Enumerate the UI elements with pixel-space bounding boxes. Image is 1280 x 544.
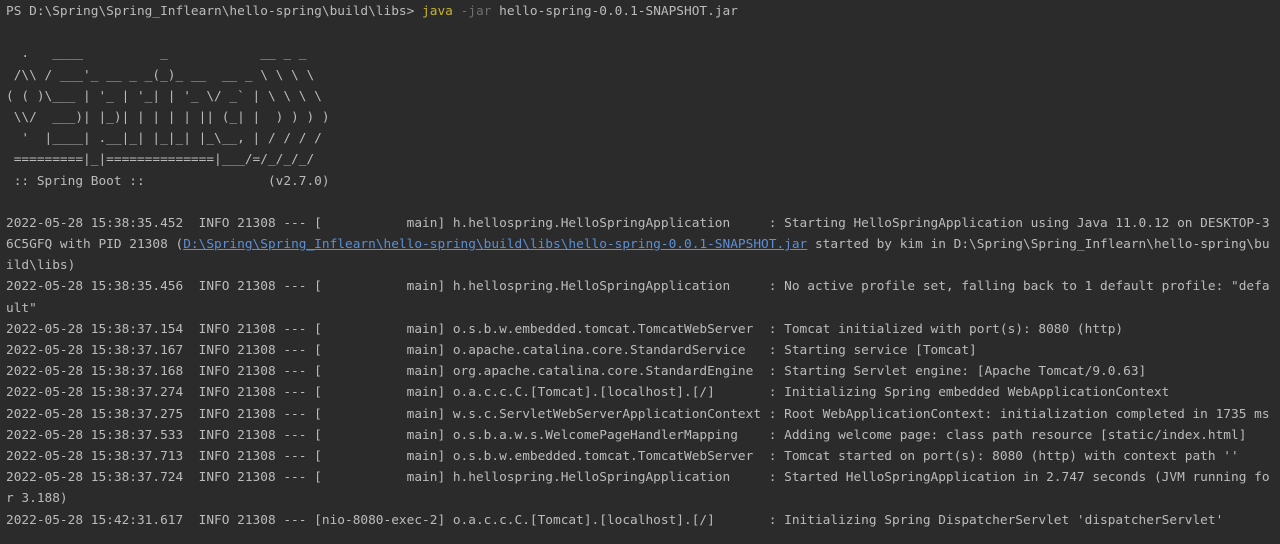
banner-line: . ____ _ __ _ _ bbox=[6, 46, 307, 62]
shell-prompt: PS D:\Spring\Spring_Inflearn\hello-sprin… bbox=[6, 4, 423, 19]
spring-boot-version-line: :: Spring Boot :: (v2.7.0) bbox=[6, 173, 330, 189]
command-args: hello-spring-0.0.1-SNAPSHOT.jar bbox=[491, 4, 738, 19]
log-text: started by kim in D:\Spring\Spring_Infle… bbox=[807, 237, 1270, 253]
log-line: ult" bbox=[6, 300, 37, 316]
banner-line: \\/ ___)| |_)| | | | | || (_| | ) ) ) ) bbox=[6, 109, 330, 125]
jar-flag: -jar bbox=[452, 4, 492, 19]
log-line: 2022-05-28 15:38:37.274 INFO 21308 --- [… bbox=[6, 385, 1170, 401]
banner-line: ' |____| .__|_| |_|_| |_\__, | / / / / bbox=[6, 131, 322, 147]
log-line: 2022-05-28 15:38:37.713 INFO 21308 --- [… bbox=[6, 448, 1239, 464]
java-command: java bbox=[422, 4, 453, 19]
log-line: ild\libs) bbox=[6, 258, 76, 274]
banner-line: /\\ / ___'_ __ _ _(_)_ __ __ _ \ \ \ \ bbox=[6, 67, 315, 83]
banner-line: ( ( )\___ | '_ | '_| | '_ \/ _` | \ \ \ … bbox=[6, 88, 322, 104]
log-line: 2022-05-28 15:38:35.452 INFO 21308 --- [… bbox=[6, 215, 1270, 231]
terminal-output[interactable]: PS D:\Spring\Spring_Inflearn\hello-sprin… bbox=[0, 0, 1280, 544]
log-line: 2022-05-28 15:38:35.456 INFO 21308 --- [… bbox=[6, 279, 1270, 295]
log-line: 2022-05-28 15:38:37.275 INFO 21308 --- [… bbox=[6, 406, 1270, 422]
log-line: 6C5GFQ with PID 21308 (D:\Spring\Spring_… bbox=[6, 234, 1280, 255]
command-line: PS D:\Spring\Spring_Inflearn\hello-sprin… bbox=[6, 1, 1280, 22]
log-line: 2022-05-28 15:38:37.724 INFO 21308 --- [… bbox=[6, 470, 1270, 486]
log-line: 2022-05-28 15:38:37.167 INFO 21308 --- [… bbox=[6, 343, 977, 358]
log-line: 2022-05-28 15:38:37.168 INFO 21308 --- [… bbox=[6, 364, 1147, 380]
log-line: 2022-05-28 15:38:37.154 INFO 21308 --- [… bbox=[6, 321, 1124, 337]
log-text: 6C5GFQ with PID 21308 ( bbox=[6, 237, 184, 253]
jar-path-link[interactable]: D:\Spring\Spring_Inflearn\hello-spring\b… bbox=[183, 237, 807, 252]
log-line: 2022-05-28 15:42:31.617 INFO 21308 --- [… bbox=[6, 512, 1224, 528]
log-line: r 3.188) bbox=[6, 491, 68, 507]
log-line: 2022-05-28 15:38:37.533 INFO 21308 --- [… bbox=[6, 427, 1247, 443]
banner-line: =========|_|==============|___/=/_/_/_/ bbox=[6, 152, 315, 168]
